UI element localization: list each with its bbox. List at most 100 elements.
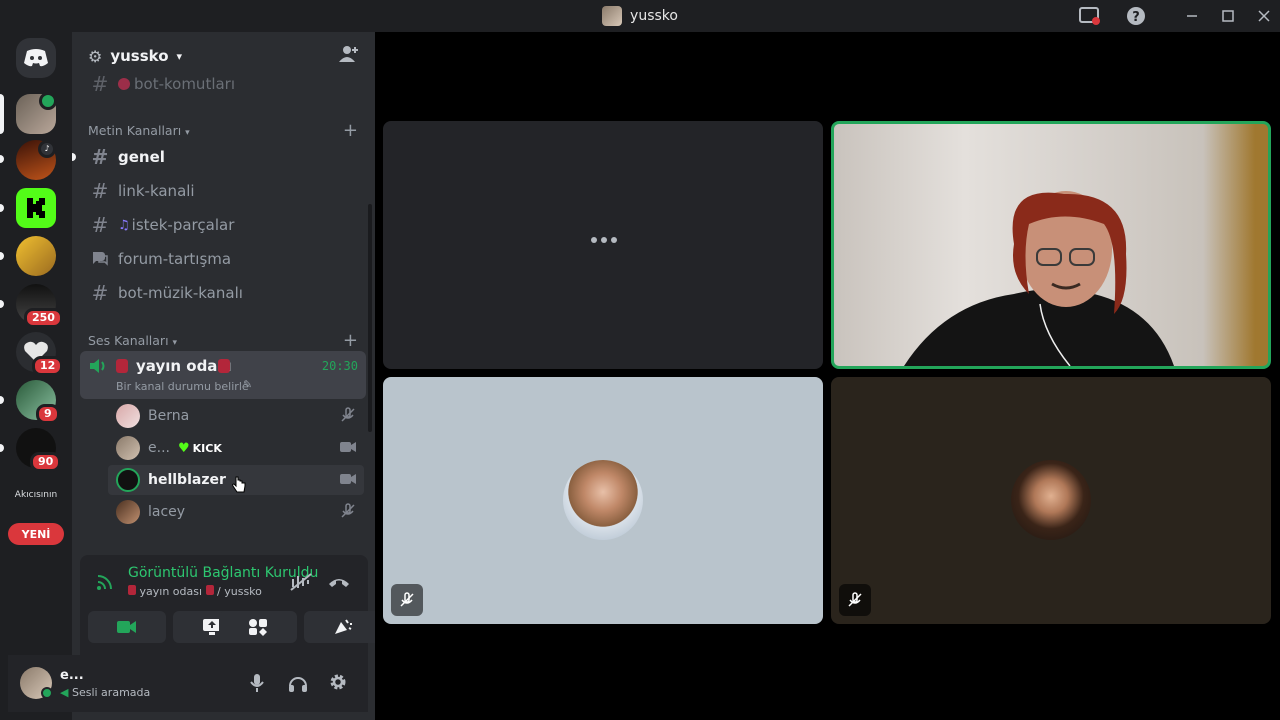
channel-label: genel [118,148,165,166]
discord-home-icon[interactable] [16,38,56,78]
channel-genel[interactable]: # genel [80,141,366,173]
unread-pill [0,300,4,308]
microphone-icon[interactable] [248,673,266,697]
channel-link-kanali[interactable]: # link-kanali [80,175,366,207]
member-tag: KICK [192,441,222,455]
active-server-pill [0,94,4,134]
channel-bot-komutlari[interactable]: # bot-komutları [80,68,366,100]
participant-avatar [1011,460,1091,540]
channel-label: bot-komutları [134,75,236,93]
connection-channel-name: yayın odası [139,585,203,598]
channel-label: link-kanali [118,182,195,200]
unread-pill [0,204,4,212]
hash-icon: # [91,179,109,203]
maximize-icon[interactable] [1216,4,1240,28]
mention-badge: 9 [36,404,60,424]
activities-icon [249,619,267,636]
video-tile-loading[interactable] [383,121,823,369]
server-text-label[interactable]: Akıcısının [12,490,60,500]
emoji-icon [128,585,136,595]
video-tile-lacey[interactable] [831,377,1271,624]
settings-gear-icon[interactable] [328,672,348,696]
hash-icon: # [91,281,109,305]
chevron-down-icon: ▾ [185,128,190,138]
connection-server-name: / yussko [217,585,262,598]
voice-category[interactable]: Ses Kanalları ▾ + [88,330,358,351]
speaker-icon [88,357,108,379]
channel-label: istek-parçalar [131,216,235,234]
online-status-icon [41,687,53,699]
help-icon[interactable]: ? [1124,4,1148,28]
channel-status[interactable]: Bir kanal durumu belirle [116,380,249,393]
hand-cursor-icon [232,476,246,498]
edit-pencil-icon[interactable]: ✎ [243,378,252,391]
camera-icon [340,473,356,488]
channel-label: forum-tartışma [118,250,232,268]
minimize-icon[interactable] [1180,4,1204,28]
muted-mic-icon [839,584,871,616]
server-kick[interactable] [16,188,56,228]
mention-badge: 250 [24,308,63,328]
activities-button[interactable] [219,611,297,643]
voice-channel-active[interactable]: yayın odası 20:30 Bir kanal durumu belir… [80,351,366,399]
hash-icon: # [91,145,109,169]
mention-badge: 12 [32,356,64,376]
channel-istek-parcalar[interactable]: # ♫ istek-parçalar [80,209,366,241]
chevron-down-icon: ▾ [172,338,178,348]
new-badge[interactable]: YENİ [8,523,64,545]
emoji-icon [205,585,214,595]
unread-pill [0,396,4,404]
mention-badge: 90 [30,452,62,472]
category-label: Ses Kanalları [88,333,169,348]
soundboard-icon [335,619,352,634]
close-icon[interactable] [1252,4,1276,28]
unread-pill [0,444,4,452]
server-name: yussko [110,47,169,65]
hash-icon: # [91,72,109,96]
muted-mic-icon [391,584,423,616]
disconnect-icon[interactable] [328,575,350,594]
channel-forum-tartisma[interactable]: forum-tartışma [80,243,366,275]
headphones-icon[interactable] [288,673,308,697]
text-category[interactable]: Metin Kanalları ▾ + [88,120,358,141]
unread-pill [0,252,4,260]
unread-pill [72,153,76,161]
server-settings-icon: ⚙ [88,46,103,66]
add-channel-icon[interactable]: + [343,330,358,351]
voice-member-berna[interactable]: Berna [108,401,364,431]
add-channel-icon[interactable]: + [343,120,358,141]
video-stage [375,32,1280,720]
music-note-icon: ♫ [118,217,130,233]
server-4[interactable] [16,236,56,276]
camera-button[interactable] [88,611,166,643]
member-name: Berna [148,408,190,424]
connection-signal-icon[interactable] [96,573,114,595]
forum-icon [88,247,112,271]
video-active-icon [39,92,57,110]
video-tile-berna[interactable] [383,377,823,624]
muted-mic-icon [340,406,356,426]
avatar [116,436,140,460]
category-label: Metin Kanalları [88,123,182,138]
loading-dots-icon [591,237,617,243]
sidebar-scrollbar[interactable] [368,204,372,432]
participant-avatar [563,460,643,540]
speaker-icon: ♪ [38,140,56,158]
connection-channel[interactable]: yayın odası / yussko [128,585,262,598]
add-member-icon[interactable] [339,45,359,67]
avatar [116,404,140,428]
green-heart-icon: ♥ [177,440,190,456]
noise-suppression-icon[interactable] [290,573,312,595]
unread-pill [0,155,4,163]
soundboard-button[interactable] [304,611,382,643]
emoji-icon [116,359,128,373]
voice-status-icon: ◀ [60,686,69,699]
camera-icon [340,441,356,456]
voice-member-lacey[interactable]: lacey [108,497,364,527]
channel-bot-muzik[interactable]: # bot-müzik-kanalı [80,277,366,309]
inbox-icon[interactable] [1078,4,1102,28]
video-tile-camera[interactable] [831,121,1271,369]
svg-text:?: ? [1132,10,1140,25]
voice-member-e[interactable]: e... ♥ KICK [108,433,364,463]
avatar [116,468,140,492]
